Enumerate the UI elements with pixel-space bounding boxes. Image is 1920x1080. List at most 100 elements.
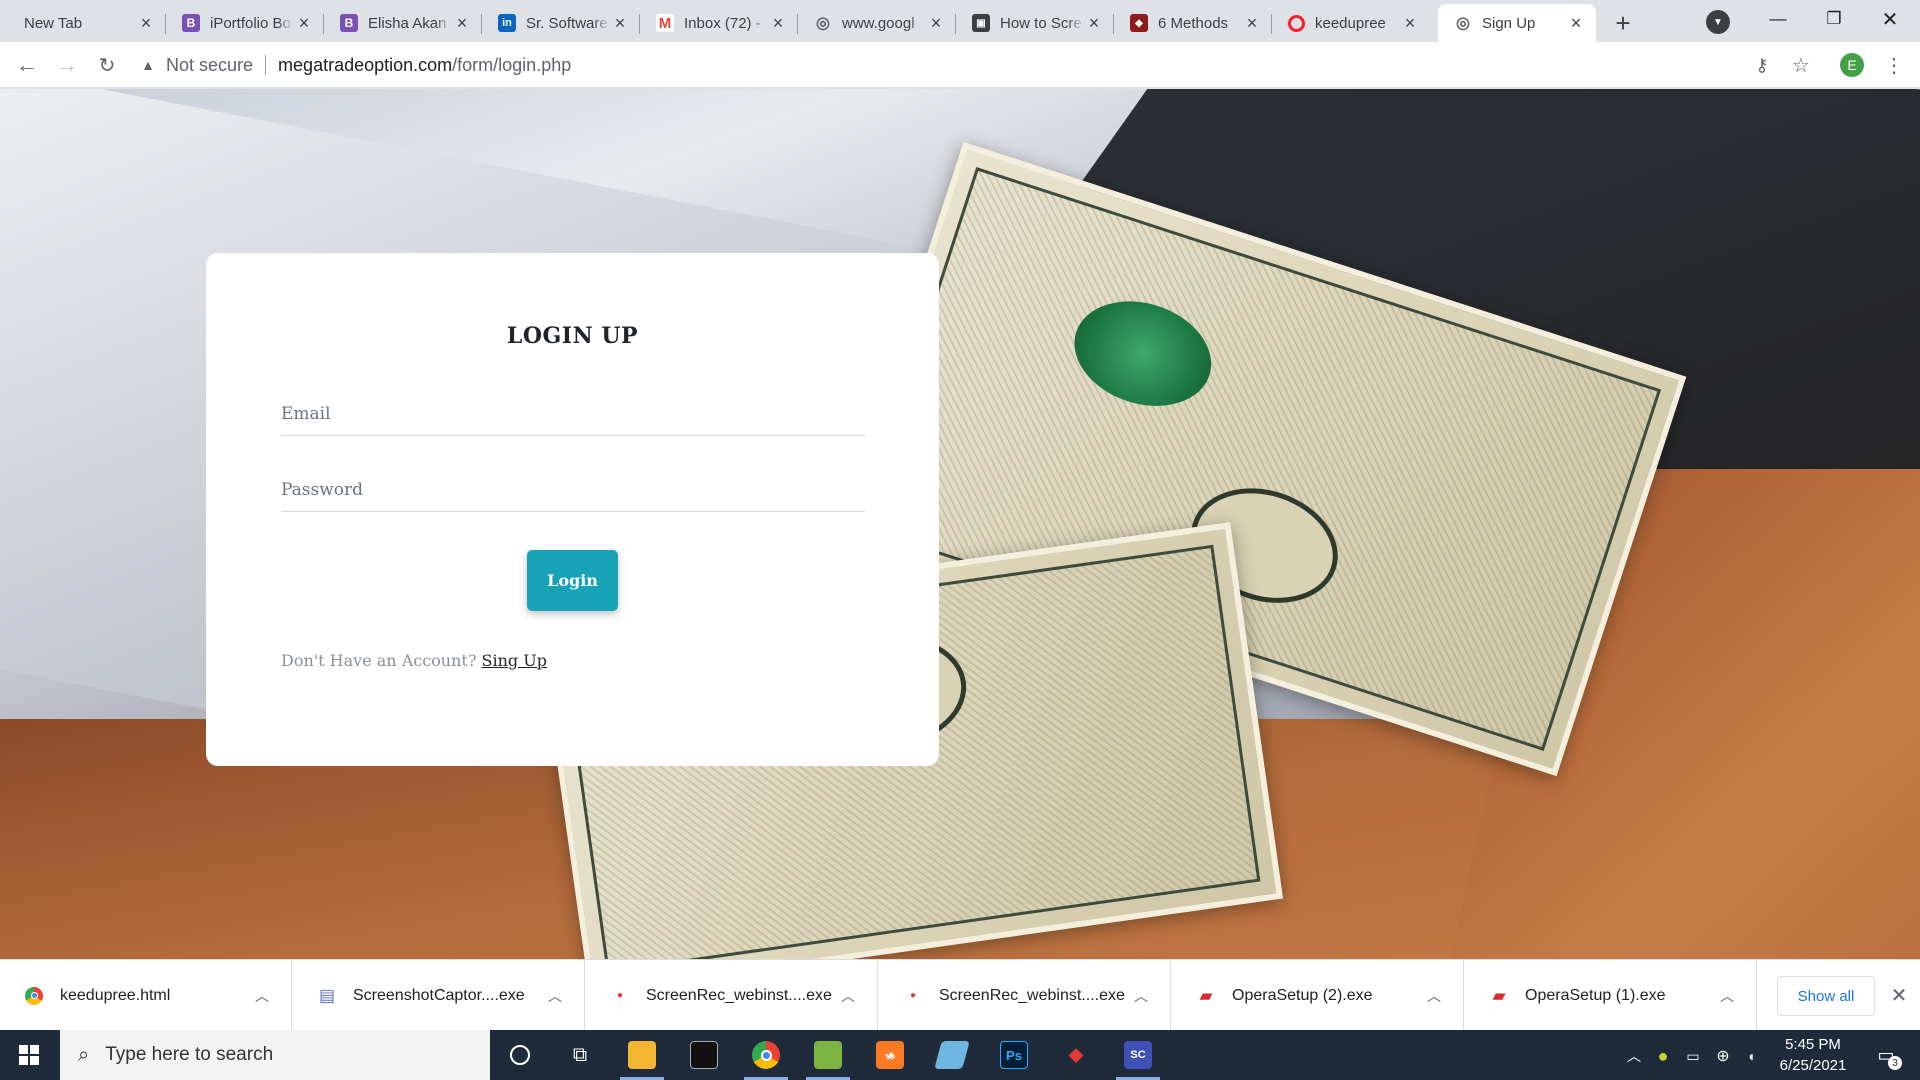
download-item[interactable]: ▰ OperaSetup (1).exe ︿ — [1465, 960, 1757, 1031]
tab-6-methods[interactable]: ◆ 6 Methods × — [1114, 4, 1272, 42]
page-viewport: LOGIN UP Login Don't Have an Account? Si… — [0, 89, 1920, 959]
close-icon[interactable]: ✕ — [1884, 980, 1914, 1010]
volume-icon[interactable]: ◖ — [1740, 1045, 1762, 1067]
close-icon[interactable]: × — [136, 13, 156, 33]
tab-label: How to Scre — [1000, 14, 1082, 32]
globe-icon: ◎ — [816, 15, 830, 32]
task-view-icon[interactable]: ⧉ — [550, 1030, 610, 1080]
security-label[interactable]: Not secure — [166, 55, 253, 76]
app-icon[interactable] — [922, 1030, 982, 1080]
notepad-icon[interactable] — [798, 1030, 858, 1080]
tab-sign-up[interactable]: ◎ Sign Up × — [1438, 4, 1596, 42]
chevron-up-icon[interactable]: ︿ — [247, 981, 277, 1011]
terminal-icon[interactable] — [674, 1030, 734, 1080]
reload-icon[interactable]: ↻ — [92, 50, 122, 80]
xampp-icon[interactable]: ᏹ — [860, 1030, 920, 1080]
chevron-up-icon[interactable]: ︿ — [1623, 1045, 1645, 1067]
tab-iportfolio[interactable]: B iPortfolio Bo × — [166, 4, 324, 42]
tab-label: New Tab — [24, 14, 83, 32]
tab-new-tab[interactable]: New Tab × — [8, 4, 166, 42]
notification-icon[interactable]: ▭ 3 — [1866, 1040, 1906, 1070]
cortana-icon[interactable] — [490, 1030, 550, 1080]
email-field[interactable] — [281, 396, 865, 436]
download-item[interactable]: ▰ OperaSetup (2).exe ︿ — [1172, 960, 1464, 1031]
tab-label: Sr. Software — [526, 14, 608, 32]
start-button[interactable] — [0, 1030, 58, 1080]
chevron-up-icon[interactable]: ︿ — [540, 981, 570, 1011]
download-filename: ScreenshotCaptor....exe — [353, 986, 525, 1004]
close-icon[interactable]: × — [1084, 13, 1104, 33]
tab-elisha-akan[interactable]: B Elisha Akan × — [324, 4, 482, 42]
chevron-up-icon[interactable]: ︿ — [1712, 981, 1742, 1011]
tab-google[interactable]: ◎ www.googl × — [798, 4, 956, 42]
close-icon[interactable]: × — [1400, 13, 1420, 33]
signup-link[interactable]: Sing Up — [482, 651, 547, 670]
screenrec-icon: ● — [909, 990, 917, 1001]
download-item[interactable]: ▤ ScreenshotCaptor....exe ︿ — [293, 960, 585, 1031]
close-icon[interactable]: × — [294, 13, 314, 33]
window-close-icon[interactable]: ✕ — [1862, 0, 1918, 38]
url-separator — [265, 55, 267, 75]
key-icon[interactable]: ⚷ — [1751, 54, 1773, 76]
screenshot-captor-icon[interactable]: SC — [1108, 1030, 1168, 1080]
app-icon[interactable]: ⬥ — [1046, 1030, 1106, 1080]
restore-icon[interactable]: ❐ — [1806, 0, 1862, 38]
windows-taskbar: ⌕ Type here to search ⧉ ᏹ Ps ⬥ SC ︿ ● ▭ … — [0, 1030, 1920, 1080]
signup-prompt-line: Don't Have an Account? Sing Up — [281, 651, 547, 670]
browser-toolbar: ← → ↻ ▲ Not secure megatradeoption.com/f… — [0, 42, 1920, 88]
tab-label: www.googl — [842, 14, 915, 32]
bookmark-star-icon[interactable]: ☆ — [1790, 54, 1812, 77]
taskbar-search[interactable]: ⌕ Type here to search — [60, 1030, 490, 1080]
downloads-bar: keedupree.html ︿ ▤ ScreenshotCaptor....e… — [0, 959, 1920, 1031]
download-filename: OperaSetup (2).exe — [1232, 986, 1373, 1004]
tray-app-icon[interactable]: ● — [1652, 1045, 1674, 1067]
close-icon[interactable]: × — [610, 13, 630, 33]
signup-prompt: Don't Have an Account? — [281, 651, 477, 670]
tab-linkedin[interactable]: in Sr. Software × — [482, 4, 640, 42]
close-icon[interactable]: × — [452, 13, 472, 33]
clock-time: 5:45 PM — [1785, 1036, 1841, 1053]
warning-icon[interactable]: ▲ — [140, 57, 156, 73]
show-all-button[interactable]: Show all — [1777, 976, 1875, 1016]
new-tab-button[interactable]: + — [1608, 8, 1638, 38]
notification-count: 3 — [1888, 1056, 1902, 1070]
file-explorer-icon[interactable] — [612, 1030, 672, 1080]
close-icon[interactable]: × — [1566, 13, 1586, 33]
globe-icon: ◎ — [1456, 15, 1470, 32]
minimize-icon[interactable]: — — [1750, 0, 1806, 38]
tab-label: Inbox (72) - — [684, 14, 761, 32]
login-button[interactable]: Login — [527, 550, 618, 611]
chevron-up-icon[interactable]: ︿ — [1126, 981, 1156, 1011]
download-item[interactable]: ● ScreenRec_webinst....exe ︿ — [879, 960, 1171, 1031]
download-item[interactable]: ● ScreenRec_webinst....exe ︿ — [586, 960, 878, 1031]
chevron-up-icon[interactable]: ︿ — [1419, 981, 1449, 1011]
photoshop-icon[interactable]: Ps — [984, 1030, 1044, 1080]
forward-icon[interactable]: → — [52, 50, 82, 80]
profile-avatar[interactable]: E — [1840, 53, 1864, 77]
search-icon: ⌕ — [78, 1043, 90, 1066]
clock-date: 6/25/2021 — [1779, 1057, 1847, 1074]
download-item[interactable]: keedupree.html ︿ — [0, 960, 292, 1031]
chrome-icon[interactable] — [736, 1030, 796, 1080]
tab-how-to-screenshot[interactable]: ▣ How to Scre × — [956, 4, 1114, 42]
taskbar-clock[interactable]: 5:45 PM 6/25/2021 — [1768, 1034, 1858, 1076]
close-icon[interactable]: × — [768, 13, 788, 33]
close-icon[interactable]: × — [1242, 13, 1262, 33]
menu-kebab-icon[interactable]: ⋮ — [1883, 54, 1905, 77]
battery-icon[interactable]: ▭ — [1682, 1045, 1704, 1067]
tab-search-icon[interactable]: ▼ — [1706, 10, 1730, 34]
download-filename: ScreenRec_webinst....exe — [939, 986, 1125, 1004]
network-icon[interactable]: ⊕ — [1712, 1045, 1734, 1067]
tab-strip: New Tab × B iPortfolio Bo × B Elisha Aka… — [0, 0, 1920, 42]
tab-label: Sign Up — [1482, 14, 1536, 32]
back-icon[interactable]: ← — [12, 50, 42, 80]
tab-inbox[interactable]: M Inbox (72) - × — [640, 4, 798, 42]
url-text[interactable]: megatradeoption.com/form/login.php — [278, 55, 571, 76]
screenrec-icon: ● — [616, 990, 624, 1001]
chevron-up-icon[interactable]: ︿ — [833, 981, 863, 1011]
close-icon[interactable]: × — [926, 13, 946, 33]
password-field[interactable] — [281, 472, 865, 512]
linkedin-icon: in — [498, 14, 516, 32]
tab-keedupree[interactable]: keedupree × — [1272, 4, 1430, 42]
address-bar[interactable]: ▲ Not secure megatradeoption.com/form/lo… — [140, 50, 1840, 80]
